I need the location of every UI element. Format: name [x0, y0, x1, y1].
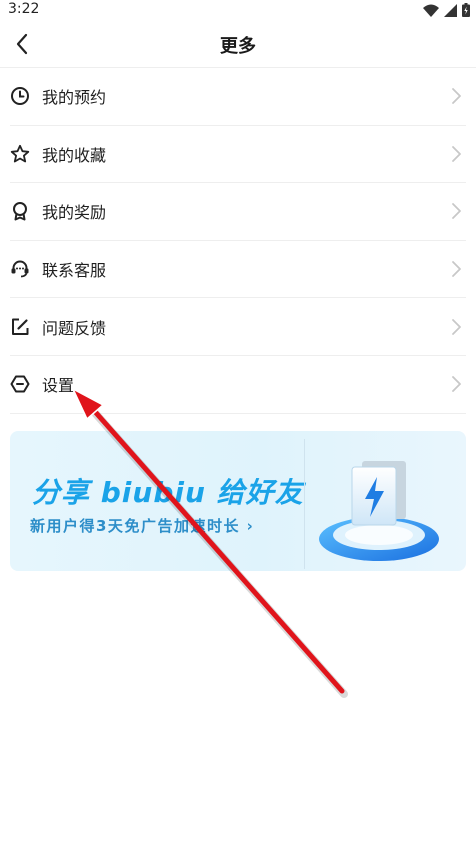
header-bar: 更多	[0, 20, 476, 68]
menu-item-reservations[interactable]: 我的预约	[10, 68, 466, 126]
menu-item-rewards[interactable]: 我的奖励	[10, 183, 466, 241]
chevron-right-icon	[452, 88, 461, 105]
menu-item-label: 我的奖励	[42, 203, 107, 223]
award-icon	[10, 201, 30, 221]
status-icons	[423, 3, 470, 17]
menu-item-label: 我的收藏	[42, 145, 107, 165]
wifi-icon	[423, 4, 439, 17]
menu-item-label: 问题反馈	[42, 318, 107, 338]
page-title: 更多	[220, 36, 256, 57]
lightning-platform-icon	[304, 439, 439, 569]
star-icon	[10, 144, 30, 164]
menu-list: 我的预约 我的收藏 我的奖励 联系客服 问题反馈 设置	[10, 68, 466, 414]
chevron-right-icon	[452, 261, 461, 277]
menu-item-label: 我的预约	[42, 88, 107, 108]
banner-title: 分享 biubiu 给好友	[32, 476, 304, 509]
battery-icon	[462, 3, 470, 17]
menu-item-label: 设置	[42, 376, 75, 396]
share-promo-banner[interactable]: 分享 biubiu 给好友 新用户得3天免广告加速时长 ›	[10, 431, 466, 571]
menu-item-favorites[interactable]: 我的收藏	[10, 126, 466, 184]
menu-item-label: 联系客服	[42, 261, 107, 281]
menu-item-settings[interactable]: 设置	[10, 356, 466, 414]
edit-icon	[10, 317, 30, 337]
headset-icon	[10, 259, 30, 279]
chevron-right-icon	[452, 318, 461, 335]
status-bar: 3:22	[0, 0, 476, 20]
banner-subtitle: 新用户得3天免广告加速时长 ›	[30, 517, 255, 535]
chevron-right-icon	[452, 376, 461, 393]
menu-item-feedback[interactable]: 问题反馈	[10, 298, 466, 356]
chevron-right-icon	[452, 145, 461, 162]
status-time: 3:22	[8, 1, 40, 17]
clock-icon	[10, 86, 30, 106]
menu-item-customer-service[interactable]: 联系客服	[10, 241, 466, 299]
signal-icon	[444, 3, 457, 17]
settings-icon	[10, 374, 30, 394]
chevron-right-icon	[452, 203, 461, 220]
